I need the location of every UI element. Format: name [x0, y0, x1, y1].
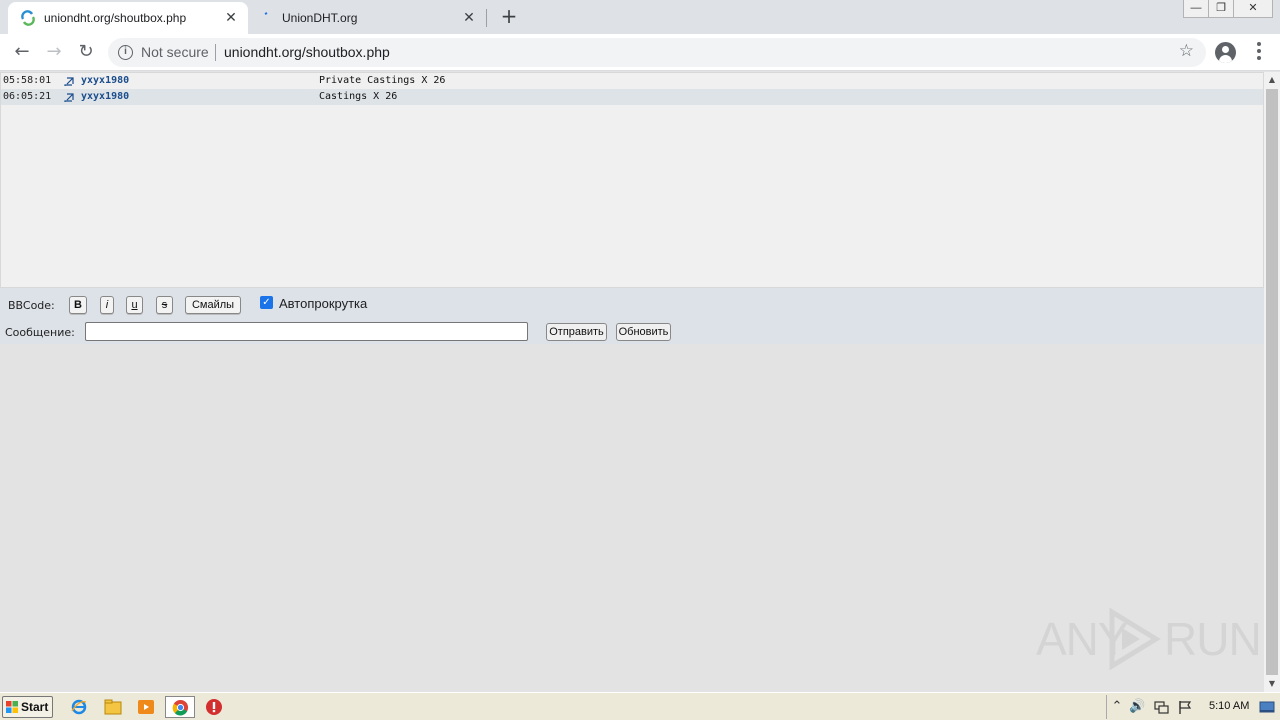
- shout-username[interactable]: yxyx1980: [81, 89, 129, 105]
- windows-logo-icon: [6, 701, 18, 713]
- profile-avatar-icon[interactable]: [1215, 42, 1236, 63]
- smileys-button[interactable]: Смайлы: [185, 296, 241, 314]
- tab-close-icon[interactable]: ✕: [222, 8, 240, 26]
- network-icon[interactable]: [1153, 699, 1169, 715]
- tab-separator: [486, 9, 487, 27]
- address-bar[interactable]: i Not secure uniondht.org/shoutbox.php ☆: [108, 38, 1206, 67]
- page-content: 05:58:01 yxyx1980 Private Castings X 26 …: [0, 72, 1264, 692]
- refresh-button[interactable]: Обновить: [616, 323, 671, 341]
- close-window-button[interactable]: ✕: [1233, 0, 1273, 18]
- new-tab-button[interactable]: +: [498, 6, 520, 28]
- security-status[interactable]: Not secure: [141, 44, 209, 60]
- tab-shoutbox[interactable]: uniondht.org/shoutbox.php ✕: [8, 2, 248, 34]
- bookmark-star-icon[interactable]: ☆: [1179, 41, 1194, 61]
- omnibox-divider: [215, 44, 216, 61]
- shoutbox-messages[interactable]: 05:58:01 yxyx1980 Private Castings X 26 …: [0, 72, 1264, 288]
- start-label: Start: [21, 700, 49, 714]
- browser-toolbar: ← → ↻ i Not secure uniondht.org/shoutbox…: [0, 34, 1280, 71]
- media-player-icon[interactable]: [137, 698, 155, 716]
- shout-message: Private Castings X 26: [319, 75, 446, 86]
- italic-button[interactable]: i: [100, 296, 114, 314]
- scroll-down-arrow-icon[interactable]: ▼: [1264, 676, 1280, 692]
- action-center-flag-icon[interactable]: [1177, 699, 1193, 715]
- shout-row: 06:05:21 yxyx1980 Castings X 26: [1, 89, 1263, 105]
- chrome-taskbar-button[interactable]: [165, 696, 195, 718]
- minimize-window-button[interactable]: —: [1183, 0, 1209, 18]
- message-input[interactable]: [85, 322, 528, 341]
- restore-window-button[interactable]: ❐: [1208, 0, 1234, 18]
- chrome-icon: [172, 699, 189, 716]
- shout-time: 06:05:21: [3, 91, 52, 102]
- shout-time: 05:58:01: [3, 75, 52, 86]
- show-desktop-icon[interactable]: [1259, 699, 1275, 715]
- strikethrough-button[interactable]: s: [156, 296, 173, 314]
- underline-button[interactable]: u: [126, 296, 143, 314]
- autoscroll-checkbox[interactable]: ✓: [260, 296, 273, 309]
- reload-button[interactable]: ↻: [73, 40, 99, 64]
- windows-taskbar: Start ⌃ 🔊 5:10 AM: [0, 692, 1280, 720]
- message-label: Сообщение:: [5, 326, 75, 339]
- anyrun-watermark: ANY RUN: [1036, 608, 1262, 670]
- reply-arrow-icon[interactable]: [64, 76, 75, 87]
- forward-button[interactable]: →: [41, 40, 67, 64]
- internet-explorer-icon[interactable]: [70, 698, 88, 716]
- browser-tabstrip: uniondht.org/shoutbox.php ✕ UnionDHT.org…: [0, 0, 1280, 34]
- start-button[interactable]: Start: [2, 696, 53, 718]
- tab-uniondht[interactable]: UnionDHT.org ✕: [250, 2, 486, 34]
- tab-title: UnionDHT.org: [282, 11, 358, 25]
- kebab-menu-icon[interactable]: [1256, 42, 1262, 62]
- tab-close-icon[interactable]: ✕: [460, 8, 478, 26]
- bbcode-label: BBCode:: [8, 299, 55, 312]
- site-info-icon[interactable]: i: [118, 45, 133, 60]
- page-scrollbar[interactable]: ▲ ▼: [1264, 72, 1280, 692]
- scroll-up-arrow-icon[interactable]: ▲: [1264, 72, 1280, 88]
- scrollbar-thumb[interactable]: [1266, 89, 1278, 675]
- loading-favicon-icon: [264, 12, 268, 15]
- shout-message: Castings X 26: [319, 91, 398, 102]
- play-logo-icon: [1109, 608, 1161, 670]
- tray-expand-icon[interactable]: ⌃: [1109, 699, 1125, 715]
- system-tray: ⌃ 🔊 5:10 AM: [1106, 695, 1278, 719]
- file-explorer-icon[interactable]: [104, 698, 122, 716]
- bold-button[interactable]: B: [69, 296, 87, 314]
- tab-title: uniondht.org/shoutbox.php: [44, 11, 187, 25]
- autoscroll-label[interactable]: Автопрокрутка: [279, 296, 367, 311]
- shoutbox-controls: BBCode: B i u s Смайлы ✓ Автопрокрутка С…: [0, 288, 1264, 344]
- reply-arrow-icon[interactable]: [64, 92, 75, 103]
- stop-sign-icon[interactable]: [205, 698, 223, 716]
- send-button[interactable]: Отправить: [546, 323, 607, 341]
- url-text[interactable]: uniondht.org/shoutbox.php: [224, 44, 390, 60]
- shout-row: 05:58:01 yxyx1980 Private Castings X 26: [1, 73, 1263, 89]
- volume-icon[interactable]: 🔊: [1129, 699, 1145, 715]
- back-button[interactable]: ←: [9, 40, 35, 64]
- taskbar-clock[interactable]: 5:10 AM: [1209, 700, 1249, 712]
- shout-username[interactable]: yxyx1980: [81, 73, 129, 89]
- uniondht-favicon-icon: [21, 10, 35, 26]
- watermark-text-right: RUN: [1164, 613, 1262, 665]
